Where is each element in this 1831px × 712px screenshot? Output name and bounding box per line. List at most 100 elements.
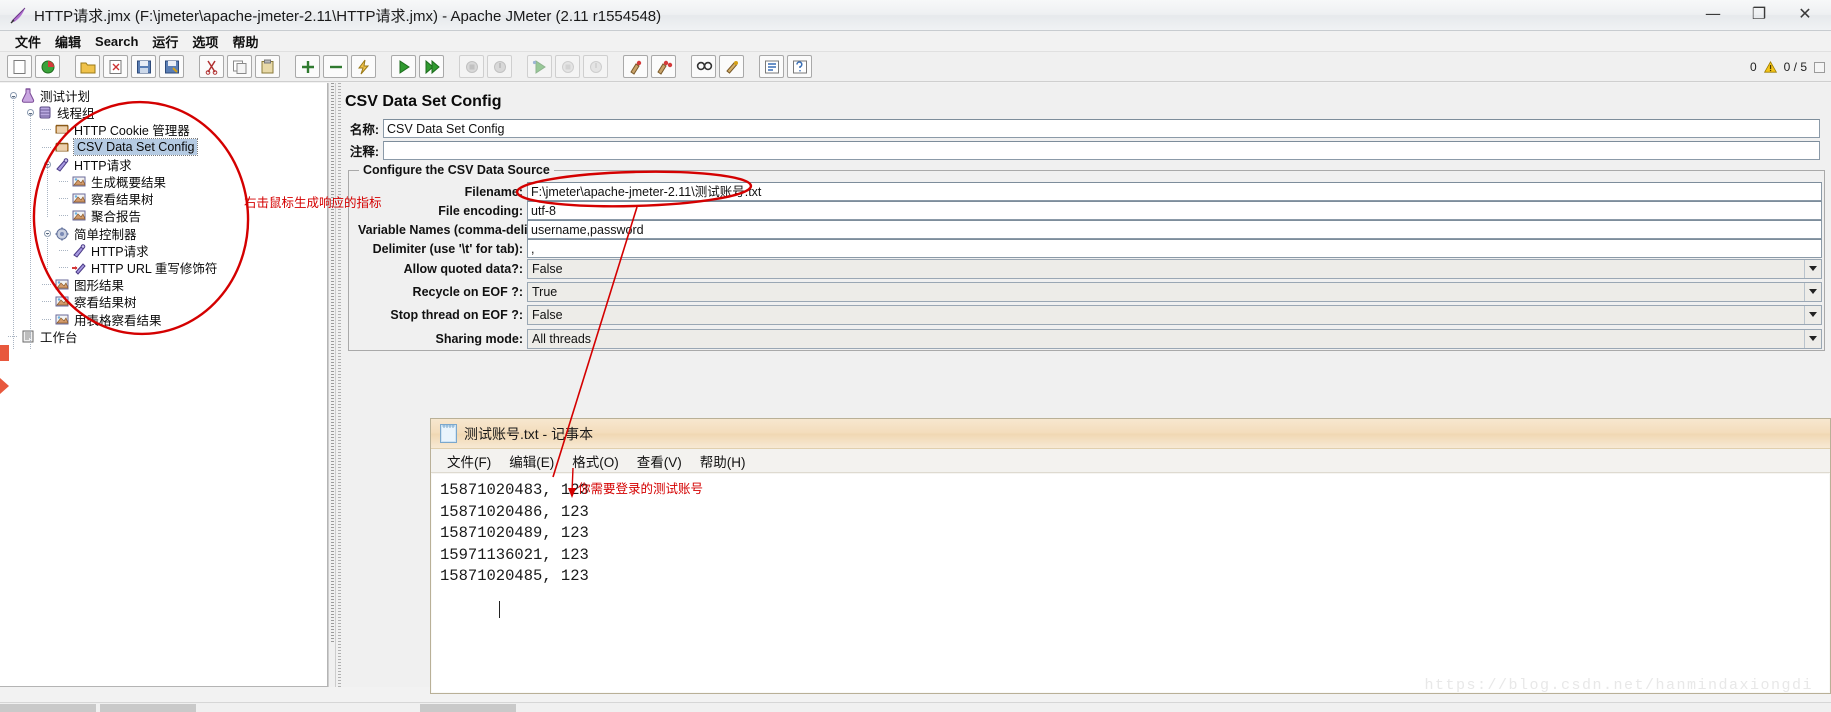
notepad-text-area[interactable]: 15871020483, 123 15871020486, 123 15871020… [432, 474, 1829, 692]
sharing-mode-combo[interactable]: All threads [527, 328, 1822, 349]
tree-node-workbench[interactable]: 工作台 [8, 328, 78, 345]
paste-icon[interactable] [255, 55, 280, 78]
menu-help[interactable]: 帮助 [225, 30, 265, 53]
filename-field[interactable]: F:\jmeter\apache-jmeter-2.11\测试账号.txt [527, 182, 1822, 201]
shutdown-icon[interactable] [487, 55, 512, 78]
copy-icon[interactable] [227, 55, 252, 78]
save-as-icon[interactable] [159, 55, 184, 78]
menu-options[interactable]: 选项 [185, 30, 225, 53]
clear-icon[interactable] [623, 55, 648, 78]
thread-group-icon [37, 105, 53, 120]
menu-run[interactable]: 运行 [145, 30, 185, 53]
pane-drag-dots [336, 83, 344, 687]
notepad-menu-view[interactable]: 查看(V) [628, 450, 691, 472]
close-button[interactable]: ✕ [1783, 2, 1827, 26]
templates-icon[interactable] [35, 55, 60, 78]
remote-shutdown-icon[interactable] [583, 55, 608, 78]
notepad-menu-file[interactable]: 文件(F) [438, 450, 500, 472]
chevron-down-icon[interactable] [1804, 329, 1821, 348]
test-plan-tree-pane[interactable]: 测试计划 线程组 HTTP Cookie 管理器 CSV Data Set Confi… [0, 83, 328, 687]
toolbar-separator [447, 55, 456, 78]
tree-branch-line [42, 142, 53, 153]
config-element-icon [54, 140, 70, 155]
chevron-down-icon[interactable] [1804, 305, 1821, 324]
name-input[interactable]: CSV Data Set Config [383, 119, 1820, 138]
variable-names-field-row: Variable Names (comma-delimited): usernam… [358, 220, 1822, 239]
warning-triangle-icon[interactable] [1763, 61, 1777, 73]
cut-icon[interactable] [199, 55, 224, 78]
tree-node-view-results-tree-1[interactable]: 察看结果树 [59, 190, 154, 207]
start-icon[interactable] [391, 55, 416, 78]
tree-node-view-results-in-table[interactable]: 用表格察看结果 [42, 311, 162, 328]
remote-stop-icon[interactable] [555, 55, 580, 78]
tree-node-http-request-1[interactable]: HTTP请求 [42, 156, 132, 173]
menu-bar: 文件 编辑 Search 运行 选项 帮助 [0, 31, 1831, 52]
annotation-test-account-hint: 你需要登录的测试账号 [578, 482, 704, 496]
open-icon[interactable] [75, 55, 100, 78]
chevron-down-icon[interactable] [1804, 259, 1821, 278]
tree-node-aggregate-report[interactable]: 聚合报告 [59, 207, 141, 224]
maximize-icon: ❐ [1751, 4, 1767, 23]
recycle-on-eof-combo-row: Recycle on EOF ?: True [358, 281, 1822, 302]
notepad-menu-help[interactable]: 帮助(H) [691, 450, 755, 472]
delimiter-field[interactable]: , [527, 239, 1822, 258]
variable-names-field-label: Variable Names (comma-delimited): [358, 222, 570, 237]
tree-node-http-url-rewriting-modifier[interactable]: HTTP URL 重写修饰符 [59, 259, 217, 276]
toolbar-separator [187, 55, 196, 78]
allow-quoted-data-combo[interactable]: False [527, 258, 1822, 279]
menu-edit[interactable]: 编辑 [48, 30, 88, 53]
tree-node-graph-results[interactable]: 图形结果 [42, 276, 124, 293]
tree-node-http-request-2[interactable]: HTTP请求 [59, 242, 149, 259]
title-bar: HTTP请求.jmx (F:\jmeter\apache-jmeter-2.11… [0, 0, 1831, 31]
save-icon[interactable] [131, 55, 156, 78]
tree-node-csv-data-set-config[interactable]: CSV Data Set Config [42, 138, 199, 157]
tree-node-test-plan[interactable]: 测试计划 [8, 87, 90, 104]
tree-node-label: HTTP请求 [74, 158, 132, 173]
new-icon[interactable] [7, 55, 32, 78]
search-reset-icon[interactable] [719, 55, 744, 78]
tree-node-http-cookie-manager[interactable]: HTTP Cookie 管理器 [42, 121, 190, 138]
tree-node-label: 用表格察看结果 [74, 313, 162, 328]
toolbar [0, 52, 1831, 82]
window-controls: — ❐ ✕ [1691, 2, 1827, 26]
test-plan-icon [20, 88, 36, 103]
remote-start-icon[interactable] [527, 55, 552, 78]
tree-node-summariser[interactable]: 生成概要结果 [59, 173, 166, 190]
filename-field-label: Filename: [464, 184, 523, 199]
clear-all-icon[interactable] [651, 55, 676, 78]
start-no-pause-icon[interactable] [419, 55, 444, 78]
tree-branch-line [59, 193, 70, 204]
variable-names-field[interactable]: username,password [527, 220, 1822, 239]
notepad-window[interactable]: 测试账号.txt - 记事本 文件(F) 编辑(E) 格式(O) 查看(V) 帮助(H)… [430, 418, 1831, 694]
tree-node-simple-controller[interactable]: 简单控制器 [42, 225, 137, 242]
notepad-menu-format[interactable]: 格式(O) [563, 450, 628, 472]
stop-thread-on-eof-combo[interactable]: False [527, 304, 1822, 325]
function-helper-icon[interactable] [759, 55, 784, 78]
expand-icon[interactable] [295, 55, 320, 78]
menu-search[interactable]: Search [88, 32, 145, 51]
notepad-menu-edit[interactable]: 编辑(E) [500, 450, 563, 472]
collapse-icon[interactable] [323, 55, 348, 78]
tree-node-label: 察看结果树 [91, 193, 154, 208]
minimize-icon: — [1705, 4, 1721, 23]
comment-input[interactable] [383, 141, 1820, 160]
chevron-down-icon[interactable] [1804, 282, 1821, 301]
search-icon[interactable] [691, 55, 716, 78]
tree-node-view-results-tree-2[interactable]: 察看结果树 [42, 293, 137, 310]
menu-file[interactable]: 文件 [8, 30, 48, 53]
recycle-on-eof-combo[interactable]: True [527, 281, 1822, 302]
close-icon[interactable] [103, 55, 128, 78]
file-encoding-field[interactable]: utf-8 [527, 201, 1822, 220]
tree-node-label: 察看结果树 [74, 296, 137, 311]
page-title: CSV Data Set Config [345, 93, 502, 110]
tree-node-thread-group[interactable]: 线程组 [25, 104, 95, 121]
minimize-button[interactable]: — [1691, 2, 1735, 26]
stop-thread-on-eof-combo-row: Stop thread on EOF ?: False [358, 304, 1822, 325]
listener-icon [54, 312, 70, 327]
toggle-icon[interactable] [351, 55, 376, 78]
comment-label: 注释: [349, 145, 379, 159]
help-icon[interactable] [787, 55, 812, 78]
pane-splitter[interactable] [328, 83, 336, 687]
maximize-button[interactable]: ❐ [1737, 2, 1781, 26]
stop-icon[interactable] [459, 55, 484, 78]
